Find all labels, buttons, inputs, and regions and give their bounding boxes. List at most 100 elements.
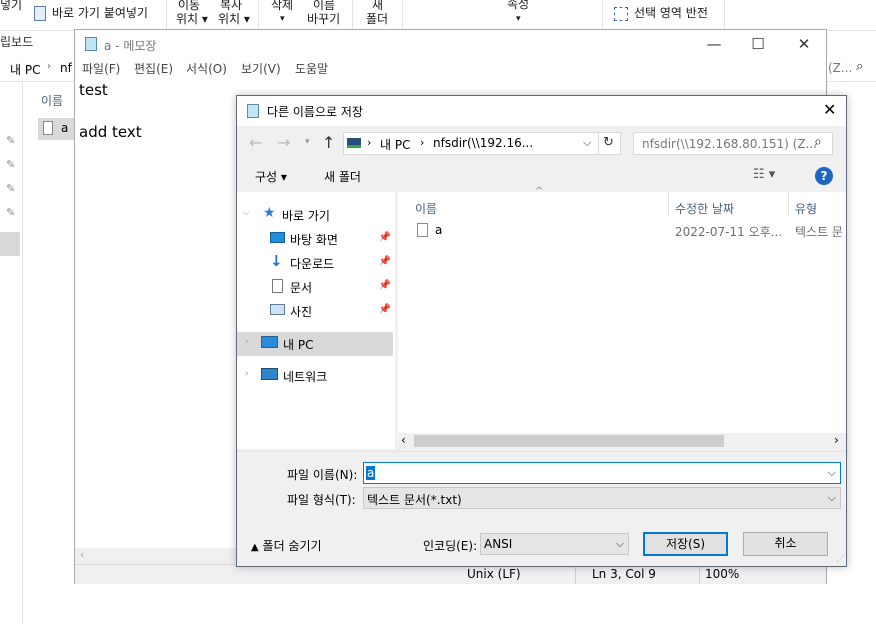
status-zoom: 100% (705, 567, 740, 581)
horizontal-scrollbar[interactable]: ‹ › (398, 433, 846, 449)
ribbon-divider (402, 0, 403, 30)
minimize-icon[interactable]: — (691, 34, 737, 56)
status-cursor-position: Ln 3, Col 9 (592, 567, 656, 581)
search-icon[interactable]: ⌕ (856, 59, 863, 74)
collapse-chevron-icon[interactable]: ⌵ (243, 208, 250, 218)
nav-documents[interactable]: 문서 📌 (237, 275, 395, 299)
column-divider[interactable] (788, 192, 789, 216)
help-icon[interactable]: ? (815, 167, 833, 185)
dialog-titlebar[interactable]: 다른 이름으로 저장 ✕ (237, 96, 846, 126)
breadcrumb-chevron-icon: › (367, 136, 372, 149)
rename-label-top[interactable]: 이름 (313, 0, 335, 12)
breadcrumb-pc[interactable]: 내 PC (10, 61, 40, 78)
new-folder-button[interactable]: 폴더 (366, 12, 388, 26)
properties-button[interactable]: 속성 (507, 0, 529, 11)
breadcrumb-nfs[interactable]: nf (60, 61, 72, 75)
filetype-select[interactable]: 텍스트 문서(*.txt) ⌵ (363, 487, 841, 509)
notepad-icon (247, 104, 259, 118)
move-to-label-top[interactable]: 이동 (178, 0, 200, 12)
status-line-ending: Unix (LF) (467, 567, 521, 581)
nav-this-pc[interactable]: › 내 PC (237, 332, 393, 356)
maximize-icon[interactable]: ☐ (735, 34, 781, 56)
close-icon[interactable]: ✕ (823, 100, 836, 119)
column-divider[interactable] (668, 192, 669, 216)
refresh-icon[interactable]: ↻ (603, 135, 614, 150)
rename-button[interactable]: 바꾸기 (307, 12, 340, 26)
menu-view[interactable]: 보기(V) (241, 60, 281, 77)
delete-dropdown-icon[interactable]: ▾ (280, 12, 285, 26)
filename-input[interactable]: a ⌵ (363, 462, 841, 484)
dialog-address-bar[interactable]: › 내 PC › nfsdir(\\192.16... ⌵ ↻ (343, 132, 621, 155)
properties-dropdown-icon[interactable]: ▾ (516, 12, 521, 26)
explorer-file-row[interactable]: a (38, 118, 78, 140)
filename-dropdown-icon[interactable]: ⌵ (828, 466, 836, 480)
scroll-left-icon[interactable]: ‹ (401, 433, 406, 447)
explorer-ribbon: 넣기 바로 가기 붙여넣기 이동 위치 ▾ 복사 위치 ▾ 삭제 ▾ 이름 바꾸… (0, 0, 876, 31)
ribbon-divider (602, 0, 603, 30)
explorer-column-name[interactable]: 이름 (41, 92, 63, 109)
expand-chevron-icon[interactable]: › (245, 337, 249, 347)
back-arrow-icon[interactable]: ← (249, 133, 262, 152)
save-button[interactable]: 저장(S) (643, 532, 728, 556)
move-to-button[interactable]: 위치 ▾ (176, 12, 208, 26)
search-icon[interactable]: ⌕ (814, 134, 822, 150)
scroll-left-icon[interactable]: ‹ (80, 548, 84, 561)
menu-help[interactable]: 도움말 (295, 60, 328, 77)
paste-shortcut-button[interactable]: 바로 가기 붙여넣기 (52, 6, 148, 20)
chevron-up-icon: ▲ (251, 542, 259, 553)
scrollbar-thumb[interactable] (414, 435, 724, 447)
encoding-label: 인코딩(E): (423, 539, 478, 553)
nav-pictures[interactable]: 사진 📌 (237, 299, 395, 323)
forward-arrow-icon[interactable]: → (277, 133, 290, 152)
column-header-date[interactable]: 수정한 날짜 (675, 200, 734, 217)
nav-desktop[interactable]: 바탕 화면 📌 (237, 227, 395, 251)
dialog-file-list[interactable]: ^ 이름 수정한 날짜 유형 a 2022-07-11 오후... 텍스트 문 … (398, 186, 846, 449)
breadcrumb-pc[interactable]: 내 PC (380, 136, 410, 153)
file-type: 텍스트 문 (795, 225, 843, 239)
expand-chevron-icon[interactable]: › (245, 369, 249, 379)
resize-grip-icon[interactable]: ⋰ (836, 554, 844, 563)
recent-dropdown-icon[interactable]: ▾ (305, 137, 310, 147)
menu-format[interactable]: 서식(O) (186, 60, 227, 77)
delete-button[interactable]: 삭제 (271, 0, 293, 12)
sort-up-icon: ^ (535, 186, 544, 197)
breadcrumb-nfsdir[interactable]: nfsdir(\\192.16... (433, 136, 533, 150)
nav-label: 사진 (290, 305, 313, 319)
new-folder-button[interactable]: 새 폴더 (324, 168, 361, 185)
nav-quick-access[interactable]: ⌵ ★ 바로 가기 (237, 203, 395, 227)
invert-selection-button[interactable]: 선택 영역 반전 (634, 6, 708, 20)
column-header-type[interactable]: 유형 (795, 200, 817, 217)
copy-to-button[interactable]: 위치 ▾ (218, 12, 250, 26)
menu-file[interactable]: 파일(F) (82, 60, 120, 77)
menu-edit[interactable]: 편집(E) (134, 60, 173, 77)
address-dropdown-icon[interactable]: ⌵ (583, 136, 591, 150)
encoding-select[interactable]: ANSI ⌵ (480, 533, 629, 555)
scroll-right-icon[interactable]: › (834, 433, 839, 447)
dialog-search-box[interactable]: nfsdir(\\192.168.80.151) (Z... ⌕ (633, 132, 833, 155)
nav-selected-item[interactable] (0, 232, 20, 256)
close-icon[interactable]: ✕ (781, 34, 827, 56)
view-options-icon[interactable]: ☷ ▾ (753, 167, 775, 182)
organize-button[interactable]: 구성 ▾ (255, 168, 287, 185)
explorer-search-box[interactable]: (Z... (828, 61, 852, 75)
pin-icon: ✎ (6, 158, 16, 171)
encoding-dropdown-icon[interactable]: ⌵ (616, 537, 624, 551)
new-folder-label-top[interactable]: 새 (372, 0, 383, 12)
filetype-dropdown-icon[interactable]: ⌵ (828, 491, 836, 505)
copy-to-label-top[interactable]: 복사 (220, 0, 242, 12)
documents-icon (272, 279, 283, 293)
nav-network[interactable]: › 네트워크 (237, 364, 395, 388)
pin-icon: ✎ (6, 182, 16, 195)
hide-folders-button[interactable]: ▲ 폴더 숨기기 (251, 537, 322, 554)
save-as-dialog[interactable]: 다른 이름으로 저장 ✕ ← → ▾ ↑ › 내 PC › nfsdir(\\1… (236, 95, 847, 567)
text-line: add text (79, 123, 142, 141)
cancel-button[interactable]: 취소 (743, 532, 828, 556)
nav-downloads[interactable]: ↓ 다운로드 📌 (237, 251, 395, 275)
explorer-navigation-pane: ✎ ✎ ✎ ✎ (0, 82, 22, 624)
up-arrow-icon[interactable]: ↑ (322, 133, 335, 152)
notepad-titlebar[interactable]: a - 메모장 — ☐ ✕ (75, 30, 826, 58)
paste-label[interactable]: 넣기 (0, 0, 22, 12)
column-header-name[interactable]: 이름 (415, 200, 437, 217)
pictures-icon (270, 304, 285, 315)
file-row[interactable]: a 2022-07-11 오후... 텍스트 문 (398, 220, 846, 242)
